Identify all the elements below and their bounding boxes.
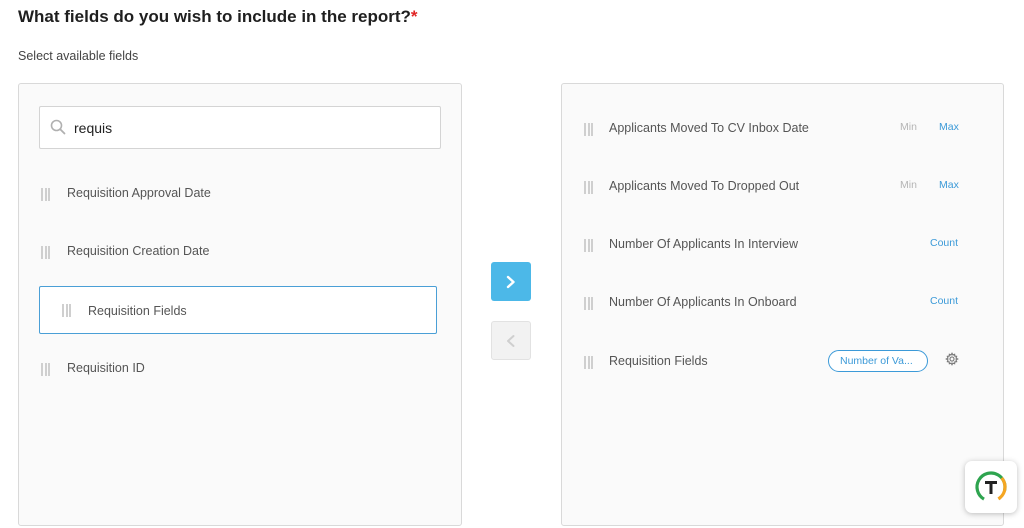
selected-field-item[interactable]: Number Of Applicants In Interview Count [562, 226, 1003, 266]
search-icon [50, 119, 66, 135]
search-input[interactable] [74, 115, 424, 141]
report-title: What fields do you wish to include in th… [18, 7, 418, 27]
field-label: Number Of Applicants In Onboard [609, 295, 797, 309]
available-field-item[interactable]: Requisition Approval Date [19, 174, 461, 214]
available-field-item[interactable]: Requisition ID [19, 349, 461, 389]
drag-handle-icon[interactable] [584, 239, 593, 252]
field-label: Requisition ID [67, 361, 145, 375]
available-field-item[interactable]: Requisition Creation Date [19, 232, 461, 272]
field-label: Number Of Applicants In Interview [609, 237, 798, 251]
max-toggle[interactable]: Max [939, 121, 959, 133]
drag-handle-icon[interactable] [584, 181, 593, 194]
search-box[interactable] [39, 106, 441, 149]
drag-handle-icon[interactable] [584, 356, 593, 369]
remove-field-button[interactable] [491, 321, 531, 360]
chevron-right-icon [506, 275, 515, 288]
field-label: Requisition Fields [88, 304, 187, 318]
title-text: What fields do you wish to include in th… [18, 7, 411, 26]
available-field-item-selected[interactable]: Requisition Fields [39, 286, 437, 334]
field-label: Requisition Approval Date [67, 186, 211, 200]
add-field-button[interactable] [491, 262, 531, 301]
t-logo-icon [975, 471, 1007, 503]
drag-handle-icon[interactable] [62, 304, 71, 317]
selected-fields-panel: Applicants Moved To CV Inbox Date Min Ma… [561, 83, 1004, 526]
drag-handle-icon[interactable] [41, 188, 50, 201]
selected-field-item[interactable]: Requisition Fields Number of Va... [562, 343, 1003, 383]
field-label: Applicants Moved To Dropped Out [609, 179, 800, 193]
gear-icon[interactable] [945, 352, 959, 366]
selected-field-item[interactable]: Number Of Applicants In Onboard Count [562, 284, 1003, 324]
field-label: Applicants Moved To CV Inbox Date [609, 121, 809, 135]
t-logo-widget-button[interactable] [965, 461, 1017, 513]
value-type-dropdown[interactable]: Number of Va... [828, 350, 928, 372]
available-fields-subtitle: Select available fields [18, 49, 139, 63]
min-toggle[interactable]: Min [900, 121, 917, 133]
count-toggle[interactable]: Count [930, 295, 958, 307]
count-toggle[interactable]: Count [930, 237, 958, 249]
drag-handle-icon[interactable] [41, 363, 50, 376]
required-mark: * [410, 7, 418, 26]
field-label: Requisition Fields [609, 354, 708, 368]
drag-handle-icon[interactable] [584, 123, 593, 136]
chevron-left-icon [507, 334, 515, 347]
max-toggle[interactable]: Max [939, 179, 959, 191]
selected-field-item[interactable]: Applicants Moved To Dropped Out Min Max [562, 168, 1003, 208]
available-fields-panel: Requisition Approval Date Requisition Cr… [18, 83, 462, 526]
drag-handle-icon[interactable] [41, 246, 50, 259]
field-label: Requisition Creation Date [67, 244, 210, 258]
drag-handle-icon[interactable] [584, 297, 593, 310]
min-toggle[interactable]: Min [900, 179, 917, 191]
selected-field-item[interactable]: Applicants Moved To CV Inbox Date Min Ma… [562, 110, 1003, 150]
